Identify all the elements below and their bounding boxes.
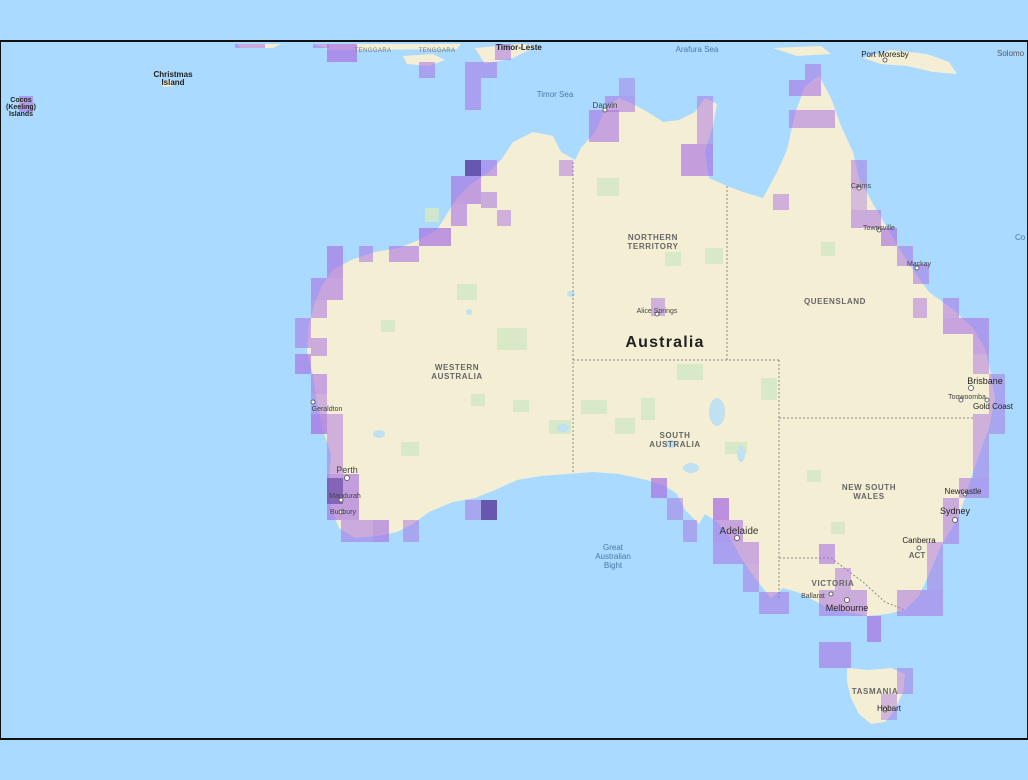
occurrence-cell (683, 520, 697, 542)
occurrence-cell (311, 374, 327, 394)
region-label: WESTERN AUSTRALIA (431, 363, 483, 381)
region-label: TASMANIA (852, 687, 898, 696)
occurrence-cell (789, 80, 821, 96)
occurrence-cell (789, 110, 835, 128)
city-label: Townsville (863, 225, 895, 232)
city-label: Brisbane (967, 376, 1003, 386)
occurrence-cell (295, 318, 311, 348)
occurrence-cell (589, 110, 619, 142)
occurrence-cell (403, 520, 419, 542)
occurrence-cell (973, 354, 989, 374)
occurrence-cell (897, 590, 943, 616)
city-label: Canberra (902, 536, 936, 545)
occurrence-cell (851, 190, 867, 210)
occurrence-cell (481, 62, 497, 78)
occurrence-cell (681, 144, 713, 176)
occurrence-cell (973, 414, 989, 478)
region-label: TENGGARA (355, 48, 392, 54)
occurrence-cell (743, 564, 759, 592)
city-label: Newcastle (945, 487, 982, 496)
region-label: NORTHERN TERRITORY (627, 233, 678, 251)
occurrence-cell (927, 542, 943, 590)
city-label: Adelaide (720, 526, 759, 537)
occurrence-cell (313, 44, 329, 48)
city-label: Gold Coast (973, 402, 1014, 411)
country-label: Australia (625, 334, 704, 351)
sea-label: Co (1015, 233, 1026, 242)
occurrence-cell (235, 44, 265, 48)
sea-label: Timor Sea (537, 90, 574, 99)
occurrence-cell (373, 520, 389, 542)
occurrence-cell (327, 246, 343, 278)
occurrence-cell (481, 192, 497, 208)
occurrence-cell (973, 334, 989, 354)
occurrence-cell (897, 668, 913, 694)
city-label: Hobart (877, 704, 902, 713)
occurrence-cell (697, 96, 713, 144)
city-label: Geraldton (312, 406, 343, 413)
occurrence-cell (805, 64, 821, 80)
occurrence-cell (651, 478, 667, 498)
occurrence-cell (943, 318, 989, 334)
occurrence-cell (619, 78, 635, 96)
occurrence-cell (311, 300, 327, 318)
occurrence-cell (295, 354, 311, 374)
region-label: VICTORIA (812, 579, 855, 588)
map-viewport[interactable]: Australia WESTERN AUSTRALIA NORTHERN TERRI… (0, 40, 1028, 740)
island-label: Cocos (Keeling) Islands (6, 97, 36, 118)
occurrence-cell (311, 278, 343, 300)
region-label: QUEENSLAND (804, 297, 866, 306)
occurrence-cell (773, 194, 789, 210)
city-label: Melbourne (826, 603, 869, 613)
occurrence-cell (559, 160, 573, 176)
occurrence-cell (913, 298, 927, 318)
occurrence-cell (465, 160, 481, 176)
occurrence-cell (327, 44, 357, 62)
occurrence-cell (465, 62, 481, 110)
city-label: Cairns (851, 183, 872, 190)
occurrence-cell (481, 160, 497, 176)
occurrence-cell (667, 498, 683, 520)
occurrence-cell (481, 500, 497, 520)
sea-label: Arafura Sea (676, 45, 719, 54)
city-label: Mandurah (329, 493, 361, 500)
city-label: Port Moresby (861, 50, 909, 59)
city-label: Bunbury (330, 509, 357, 516)
region-label: ACT (909, 551, 926, 560)
island-label: Solomo (997, 49, 1025, 58)
occurrence-cell (341, 520, 373, 542)
occurrence-cell (713, 542, 759, 564)
occurrence-cell (943, 298, 959, 318)
city-label: Ballarat (801, 593, 825, 600)
occurrence-cell (419, 228, 451, 246)
occurrence-cell (819, 642, 851, 668)
occurrence-cell (451, 204, 467, 226)
map-canvas[interactable]: Australia WESTERN AUSTRALIA NORTHERN TERRI… (1, 42, 1028, 740)
city-label: Sydney (940, 506, 971, 516)
occurrence-cell (311, 414, 327, 434)
occurrence-cell (359, 246, 373, 262)
occurrence-cell (819, 544, 835, 564)
occurrence-cell (759, 592, 789, 614)
occurrence-cell (867, 616, 881, 642)
occurrence-cell (311, 338, 327, 356)
occurrence-cell (389, 246, 419, 262)
city-label: Darwin (593, 101, 618, 110)
country-label: Timor-Leste (496, 43, 542, 52)
occurrence-cell (419, 62, 435, 78)
occurrence-cell (465, 500, 481, 520)
city-label: Toowoomba (948, 394, 986, 401)
region-label: TENGGARA (419, 48, 456, 54)
occurrence-cell (713, 498, 729, 520)
city-label: Perth (336, 465, 358, 475)
city-label: Alice Springs (637, 308, 678, 315)
city-label: Mackay (907, 261, 932, 268)
occurrence-cell (497, 210, 511, 226)
occurrence-cell (451, 176, 481, 204)
